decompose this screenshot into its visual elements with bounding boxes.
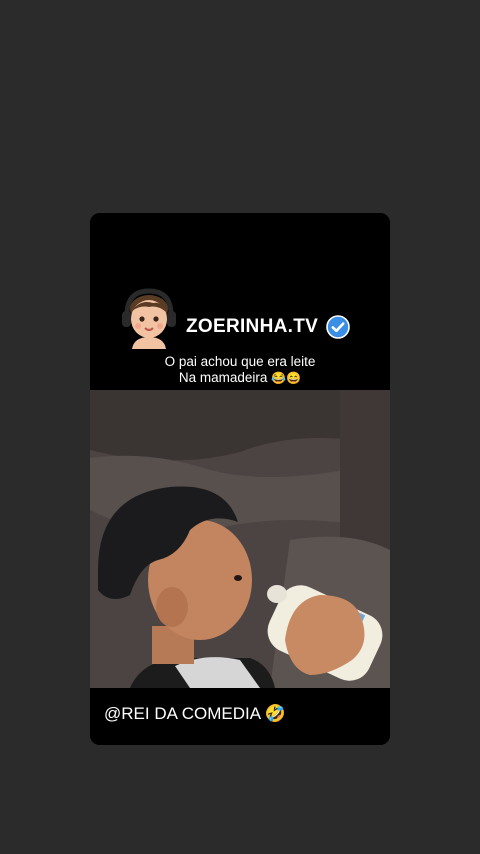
channel-name[interactable]: ZOERINHA.TV: [186, 316, 318, 338]
caption-emojis: 😂😄: [271, 371, 302, 385]
baby-with-headphones-icon[interactable]: [120, 285, 178, 349]
caption-line-1: O pai achou que era leite: [164, 354, 316, 369]
post-header: ZOERINHA.TV O pai achou que era leite Na…: [90, 213, 390, 390]
video-frame[interactable]: [90, 390, 390, 688]
verified-badge-icon: [326, 315, 350, 339]
post-footer: @REI DA COMEDIA 🤣: [90, 688, 390, 745]
caption-line-2: Na mamadeira: [178, 370, 268, 385]
story-card[interactable]: ZOERINHA.TV O pai achou que era leite Na…: [90, 213, 390, 745]
credit-text: @REI DA COMEDIA 🤣: [104, 704, 287, 723]
post-caption: O pai achou que era leite Na mamadeira 😂…: [90, 354, 390, 386]
channel-title[interactable]: ZOERINHA.TV: [186, 315, 350, 339]
